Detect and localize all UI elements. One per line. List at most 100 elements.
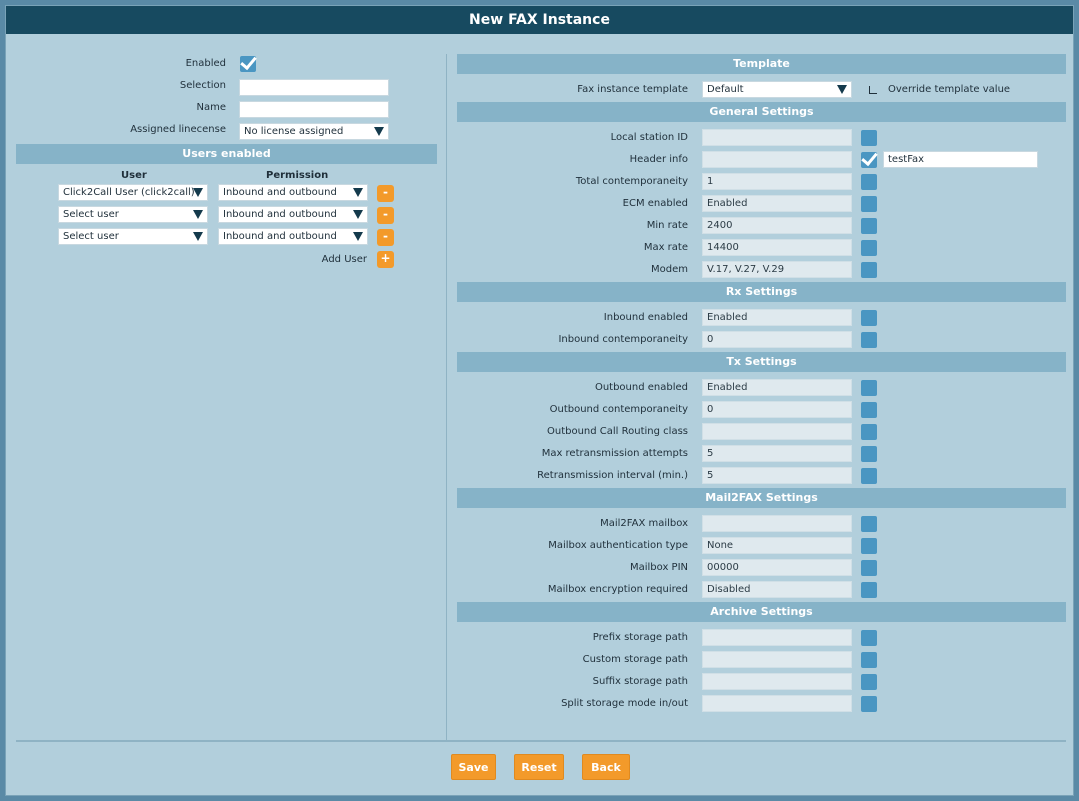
setting-value[interactable]: [702, 673, 852, 690]
license-label: Assigned linecense: [130, 124, 226, 135]
override-checkbox[interactable]: [861, 538, 877, 554]
override-checkbox[interactable]: [861, 630, 877, 646]
setting-value[interactable]: [702, 515, 852, 532]
vertical-divider: [446, 54, 447, 740]
general-section-header: General Settings: [457, 102, 1066, 122]
setting-value[interactable]: [702, 629, 852, 646]
override-template-label: Override template value: [888, 84, 1011, 95]
setting-value[interactable]: [702, 129, 852, 146]
setting-value[interactable]: 1: [702, 173, 852, 190]
setting-value[interactable]: 14400: [702, 239, 852, 256]
setting-row: Mail2FAX mailbox: [457, 514, 1066, 536]
add-user-button[interactable]: +: [377, 251, 394, 268]
override-checkbox[interactable]: [861, 310, 877, 326]
setting-label: Modem: [651, 264, 688, 275]
setting-row: Mailbox authentication type None: [457, 536, 1066, 558]
remove-user-button[interactable]: -: [377, 229, 394, 246]
license-select[interactable]: No license assigned: [239, 123, 389, 140]
setting-label: Inbound contemporaneity: [558, 334, 688, 345]
override-checkbox[interactable]: [861, 516, 877, 532]
template-select[interactable]: Default: [702, 81, 852, 98]
setting-value[interactable]: V.17, V.27, V.29: [702, 261, 852, 278]
user-select-value: Select user: [63, 209, 119, 220]
setting-value[interactable]: Enabled: [702, 195, 852, 212]
user-select[interactable]: Click2Call User (click2call): [58, 184, 208, 201]
setting-label: Local station ID: [610, 132, 688, 143]
override-checkbox[interactable]: [861, 380, 877, 396]
override-checkbox[interactable]: [861, 402, 877, 418]
chevron-down-icon: [837, 85, 847, 94]
permission-select[interactable]: Inbound and outbound: [218, 228, 368, 245]
setting-value[interactable]: 5: [702, 467, 852, 484]
override-checkbox[interactable]: [861, 560, 877, 576]
permission-select[interactable]: Inbound and outbound: [218, 184, 368, 201]
setting-value[interactable]: [702, 151, 852, 168]
settings-sections: General Settings Local station ID Header i…: [457, 102, 1066, 716]
enabled-row: Enabled: [16, 54, 437, 76]
back-button[interactable]: Back: [582, 754, 630, 780]
override-checkbox[interactable]: [861, 652, 877, 668]
setting-label: Split storage mode in/out: [561, 698, 688, 709]
permission-select[interactable]: Inbound and outbound: [218, 206, 368, 223]
setting-label: Mailbox PIN: [629, 562, 688, 573]
setting-value[interactable]: Enabled: [702, 379, 852, 396]
setting-label: Suffix storage path: [592, 676, 688, 687]
setting-value[interactable]: None: [702, 537, 852, 554]
setting-row: Mailbox encryption required Disabled: [457, 580, 1066, 602]
setting-label: Prefix storage path: [592, 632, 688, 643]
override-checkbox[interactable]: [861, 674, 877, 690]
right-panel: Template Fax instance template Default O…: [457, 54, 1066, 716]
override-checkbox[interactable]: [861, 446, 877, 462]
remove-user-button[interactable]: -: [377, 185, 394, 202]
mail2fax-section-header: Mail2FAX Settings: [457, 488, 1066, 508]
setting-row: Prefix storage path: [457, 628, 1066, 650]
setting-value[interactable]: 00000: [702, 559, 852, 576]
name-input[interactable]: [239, 101, 389, 118]
setting-row: Local station ID: [457, 128, 1066, 150]
override-checkbox[interactable]: [861, 218, 877, 234]
override-checkbox[interactable]: [861, 424, 877, 440]
setting-value[interactable]: [702, 695, 852, 712]
override-checkbox[interactable]: [861, 582, 877, 598]
override-checkbox[interactable]: [861, 696, 877, 712]
override-checkbox[interactable]: [861, 468, 877, 484]
name-label: Name: [196, 102, 226, 113]
setting-label: Mailbox authentication type: [548, 540, 688, 551]
setting-value[interactable]: 0: [702, 401, 852, 418]
setting-value[interactable]: [702, 423, 852, 440]
remove-user-button[interactable]: -: [377, 207, 394, 224]
override-checkbox[interactable]: [861, 152, 877, 168]
setting-value[interactable]: 5: [702, 445, 852, 462]
override-checkbox[interactable]: [861, 130, 877, 146]
override-checkbox[interactable]: [861, 240, 877, 256]
setting-row: Inbound enabled Enabled: [457, 308, 1066, 330]
save-button[interactable]: Save: [451, 754, 496, 780]
override-checkbox[interactable]: [861, 174, 877, 190]
selection-input[interactable]: [239, 79, 389, 96]
reset-button[interactable]: Reset: [514, 754, 564, 780]
enabled-label: Enabled: [185, 58, 226, 69]
setting-value[interactable]: Enabled: [702, 309, 852, 326]
setting-row: Outbound Call Routing class: [457, 422, 1066, 444]
setting-value[interactable]: 2400: [702, 217, 852, 234]
override-checkbox[interactable]: [861, 196, 877, 212]
chevron-down-icon: [193, 232, 203, 241]
chevron-down-icon: [353, 210, 363, 219]
setting-label: Mailbox encryption required: [547, 584, 688, 595]
override-checkbox[interactable]: [861, 262, 877, 278]
fax-instance-window: New FAX Instance Enabled Selection Name …: [5, 5, 1074, 796]
setting-row: Max rate 14400: [457, 238, 1066, 260]
setting-value[interactable]: [702, 651, 852, 668]
name-row: Name: [16, 98, 437, 120]
add-user-label: Add User: [321, 254, 367, 265]
override-checkbox[interactable]: [861, 332, 877, 348]
enabled-checkbox[interactable]: [240, 56, 256, 72]
user-select[interactable]: Select user: [58, 228, 208, 245]
setting-row: Inbound contemporaneity 0: [457, 330, 1066, 352]
setting-label: Total contemporaneity: [575, 176, 688, 187]
setting-value[interactable]: Disabled: [702, 581, 852, 598]
setting-value[interactable]: 0: [702, 331, 852, 348]
user-row: Click2Call User (click2call) Inbound and…: [16, 184, 437, 206]
user-select[interactable]: Select user: [58, 206, 208, 223]
override-value-input[interactable]: testFax: [883, 151, 1038, 168]
